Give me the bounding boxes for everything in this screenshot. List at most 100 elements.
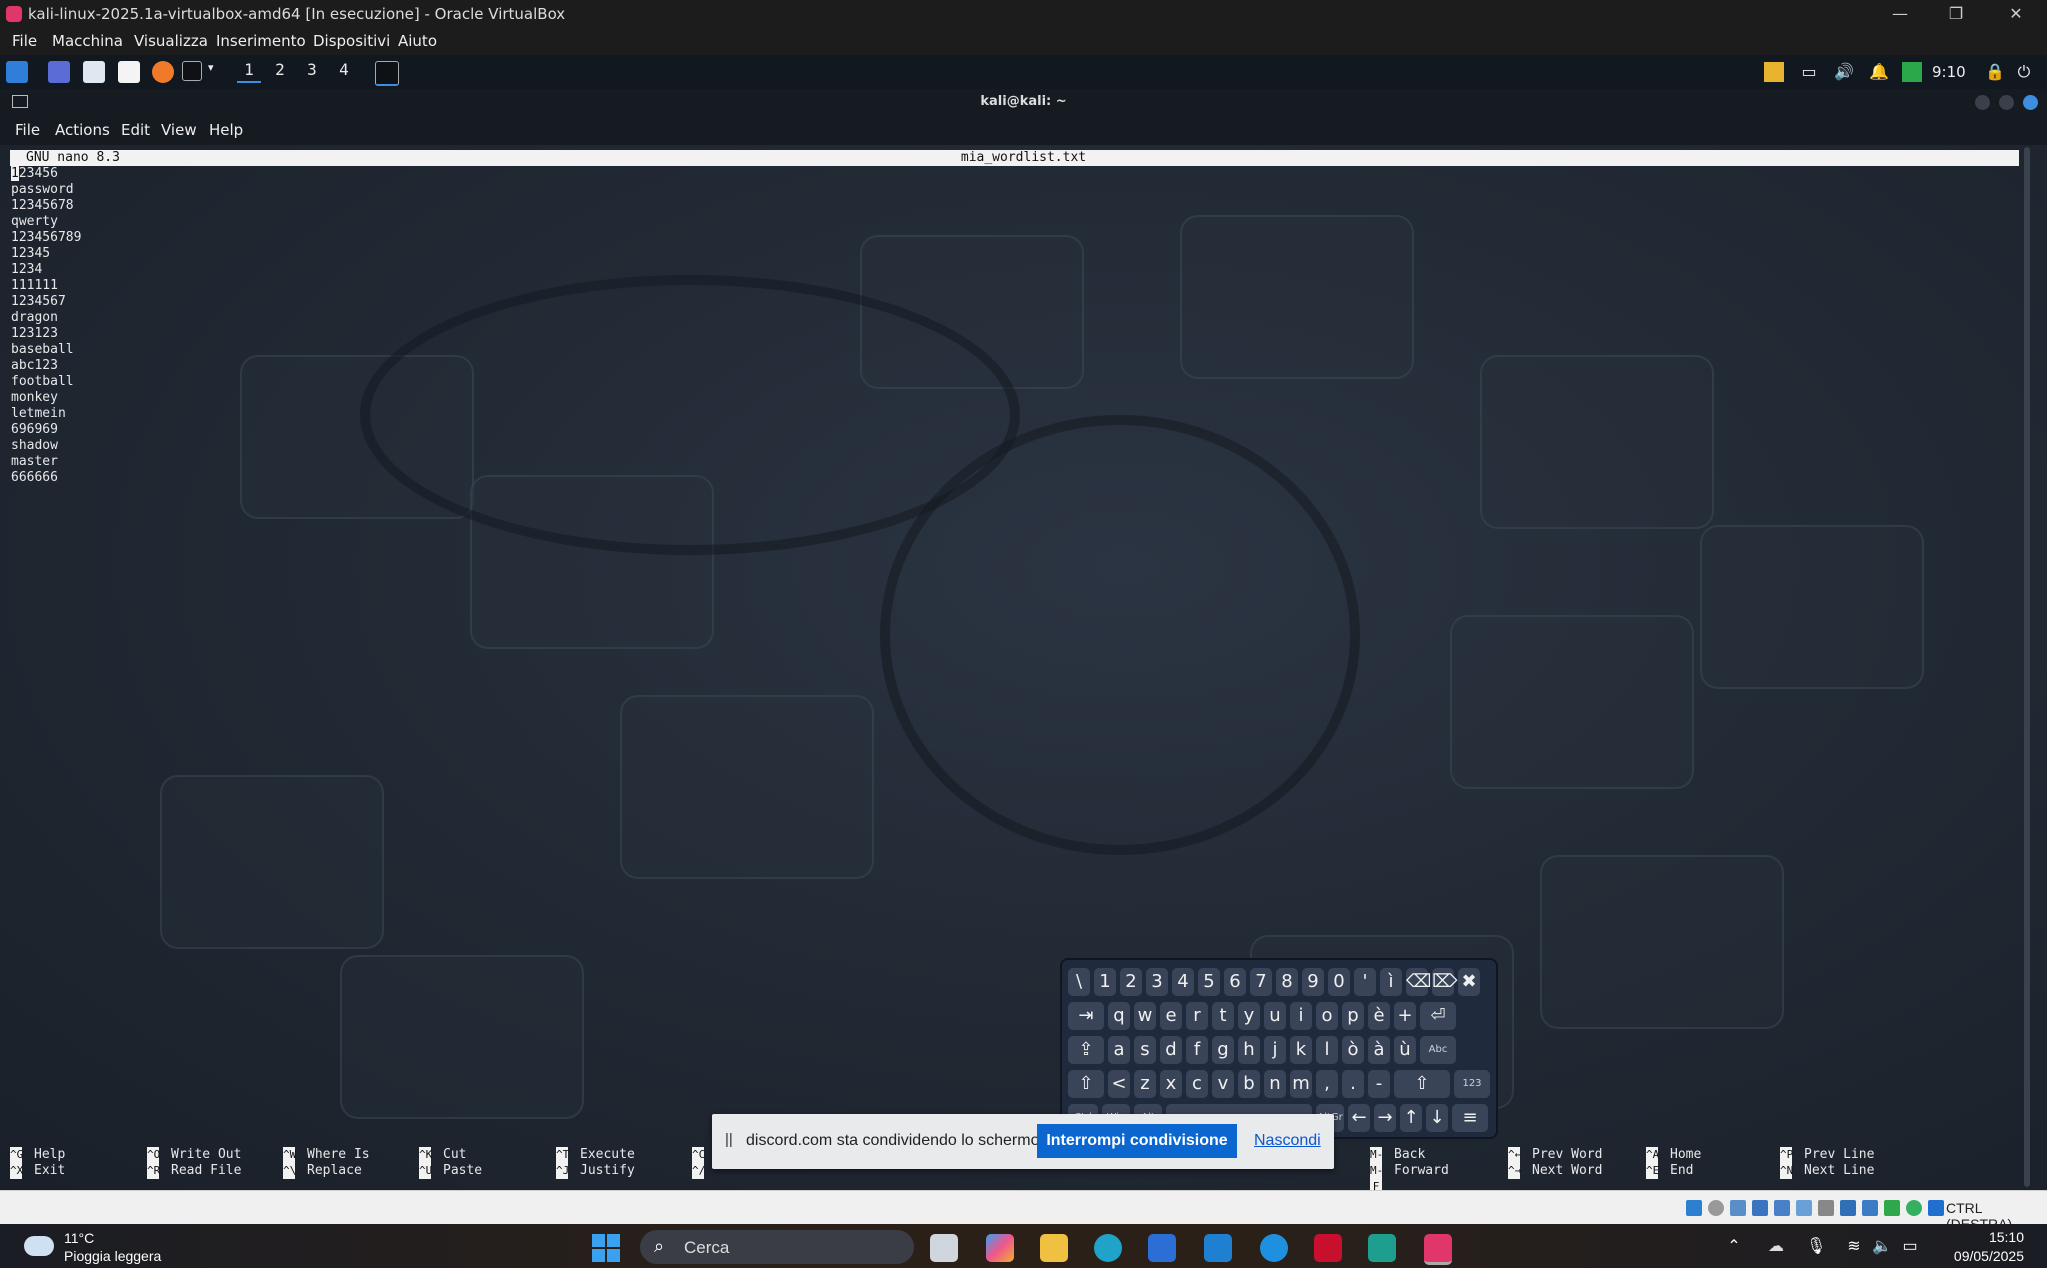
panel-clock[interactable]: 9:10 <box>1932 63 1966 81</box>
vbox-menu-visualizza[interactable]: Visualizza <box>134 32 208 50</box>
terminal-menu-view[interactable]: View <box>161 121 197 139</box>
onedrive-icon[interactable]: ☁ <box>1766 1236 1786 1256</box>
weather-temperature[interactable]: 11°C <box>64 1230 94 1246</box>
guest-display[interactable]: ▾ 1 2 3 4 ▭ 🔊 🔔 9:10 🔒 ⏻ kali@kali: ~ Fi… <box>0 55 2047 1190</box>
osk-key[interactable]: ≡ <box>1452 1104 1488 1132</box>
firefox-icon[interactable] <box>152 61 174 83</box>
osk-key[interactable]: ⇧ <box>1068 1070 1104 1098</box>
workspace-4[interactable]: 4 <box>332 60 356 79</box>
system-clock-time[interactable]: 15:10 <box>1968 1229 2024 1245</box>
recording-icon[interactable] <box>1840 1200 1856 1216</box>
terminal-close-button[interactable] <box>2023 95 2038 110</box>
hide-link[interactable]: Nascondi <box>1254 1132 1321 1150</box>
speaker-icon[interactable]: 🔈 <box>1872 1236 1892 1256</box>
osk-key[interactable]: ⇧ <box>1394 1070 1450 1098</box>
osk-key[interactable]: b <box>1238 1070 1260 1098</box>
vbox-menu-file[interactable]: File <box>12 32 37 50</box>
osk-key[interactable]: j <box>1264 1036 1286 1064</box>
stop-sharing-button[interactable]: Interrompi condivisione <box>1037 1124 1237 1158</box>
terminal-menu-help[interactable]: Help <box>209 121 243 139</box>
osk-key[interactable]: a <box>1108 1036 1130 1064</box>
weather-description[interactable]: Pioggia leggera <box>64 1248 161 1264</box>
terminal-menu-actions[interactable]: Actions <box>55 121 110 139</box>
nano-editor-text[interactable]: 123456 password 12345678 qwerty 123456789 123… <box>11 166 81 486</box>
file-explorer-icon[interactable] <box>1040 1234 1068 1262</box>
notification-bell-icon[interactable]: 🔔 <box>1869 62 1889 82</box>
copilot-icon[interactable] <box>986 1234 1014 1262</box>
vbox-menu-aiuto[interactable]: Aiuto <box>398 32 437 50</box>
usb-icon[interactable] <box>1774 1200 1790 1216</box>
osk-key[interactable]: y <box>1238 1002 1260 1030</box>
osk-key[interactable]: t <box>1212 1002 1234 1030</box>
osk-key[interactable]: w <box>1134 1002 1156 1030</box>
show-desktop-icon[interactable] <box>48 61 70 83</box>
close-button[interactable]: ✕ <box>1996 2 2036 26</box>
osk-key[interactable]: ì <box>1380 968 1402 996</box>
osk-key[interactable]: x <box>1160 1070 1182 1098</box>
power-manager-icon[interactable] <box>1902 62 1922 82</box>
osk-key[interactable]: 2 <box>1120 968 1142 996</box>
osk-key[interactable]: ' <box>1354 968 1376 996</box>
osk-key[interactable]: l <box>1316 1036 1338 1064</box>
text-editor-icon[interactable] <box>118 61 140 83</box>
osk-key[interactable]: 4 <box>1172 968 1194 996</box>
vbox-menu-macchina[interactable]: Macchina <box>52 32 123 50</box>
osk-key[interactable]: p <box>1342 1002 1364 1030</box>
osk-key[interactable]: - <box>1368 1070 1390 1098</box>
osk-key[interactable]: d <box>1160 1036 1182 1064</box>
workspace-3[interactable]: 3 <box>300 60 324 79</box>
osk-key[interactable]: n <box>1264 1070 1286 1098</box>
app-icon[interactable] <box>1368 1234 1396 1262</box>
wifi-icon[interactable]: ≋ <box>1844 1236 1864 1256</box>
display-status-icon[interactable] <box>1818 1200 1834 1216</box>
osk-key[interactable]: v <box>1212 1070 1234 1098</box>
terminal-scrollbar[interactable] <box>2024 147 2030 1187</box>
osk-key[interactable]: 5 <box>1198 968 1220 996</box>
osk-key[interactable]: → <box>1374 1104 1396 1132</box>
file-manager-icon[interactable] <box>83 61 105 83</box>
terminal-menu-file[interactable]: File <box>15 121 40 139</box>
terminal-window[interactable]: kali@kali: ~ File Actions Edit View Help… <box>0 89 2047 1190</box>
osk-key[interactable]: 3 <box>1146 968 1168 996</box>
osk-key[interactable]: ⌦ <box>1432 968 1457 996</box>
hp-icon[interactable] <box>1204 1234 1232 1262</box>
osk-key[interactable]: 0 <box>1328 968 1350 996</box>
osk-key[interactable]: s <box>1134 1036 1156 1064</box>
vbox-menu-dispositivi[interactable]: Dispositivi <box>313 32 390 50</box>
restore-button[interactable]: ❐ <box>1936 2 1976 26</box>
audio-icon[interactable] <box>1730 1200 1746 1216</box>
help-icon[interactable] <box>1260 1234 1288 1262</box>
osk-key[interactable]: 123 <box>1454 1070 1490 1098</box>
osk-key[interactable]: . <box>1342 1070 1364 1098</box>
logout-icon[interactable]: ⏻ <box>2014 62 2034 82</box>
terminal-maximize-button[interactable] <box>1999 95 2014 110</box>
on-screen-keyboard[interactable]: \ 1 2 3 4 5 6 7 8 9 0 ' ì ⌫ ⌦ ✖ ⇥ q w e r t y u i o p è + ⏎ ⇪ a s d f g h j k l… <box>1060 958 1498 1139</box>
virtualbox-taskbar-icon[interactable] <box>1424 1234 1452 1265</box>
osk-key[interactable]: < <box>1108 1070 1130 1098</box>
osk-key[interactable]: \ <box>1068 968 1090 996</box>
osk-key[interactable]: + <box>1394 1002 1416 1030</box>
osk-key[interactable]: u <box>1264 1002 1286 1030</box>
osk-key[interactable]: , <box>1316 1070 1338 1098</box>
osk-key[interactable]: z <box>1134 1070 1156 1098</box>
mcafee-icon[interactable] <box>1314 1234 1342 1262</box>
osk-key[interactable]: g <box>1212 1036 1234 1064</box>
osk-key[interactable]: 9 <box>1302 968 1324 996</box>
hard-disk-icon[interactable] <box>1686 1200 1702 1216</box>
chevron-up-icon[interactable]: ⌃ <box>1724 1236 1744 1256</box>
osk-key[interactable]: f <box>1186 1036 1208 1064</box>
display-icon[interactable]: ▭ <box>1799 62 1819 82</box>
apps-icon[interactable] <box>1764 62 1784 82</box>
terminal-launcher-icon[interactable] <box>182 61 202 81</box>
network-icon[interactable] <box>1752 1200 1768 1216</box>
osk-key[interactable]: 6 <box>1224 968 1246 996</box>
system-clock-date[interactable]: 09/05/2025 <box>1940 1248 2024 1264</box>
osk-key[interactable]: 8 <box>1276 968 1298 996</box>
osk-key[interactable]: ↓ <box>1426 1104 1448 1132</box>
chevron-down-icon[interactable]: ▾ <box>208 61 230 83</box>
store-icon[interactable] <box>1148 1234 1176 1262</box>
start-button[interactable] <box>592 1234 620 1262</box>
mouse-integration-icon[interactable] <box>1906 1200 1922 1216</box>
osk-key[interactable]: à <box>1368 1036 1390 1064</box>
workspace-2[interactable]: 2 <box>268 60 292 79</box>
